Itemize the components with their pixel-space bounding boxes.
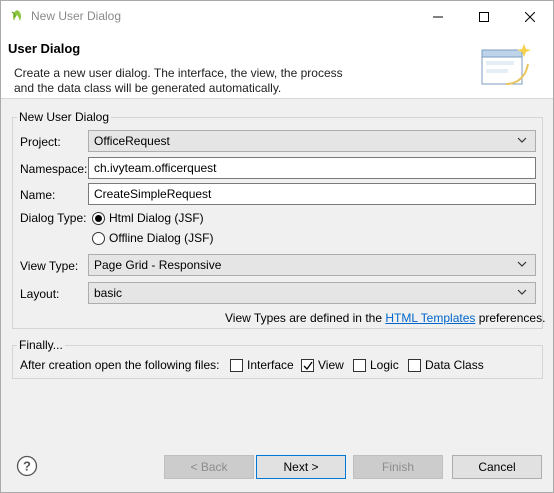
finally-group: Finally... After creation open the follo… xyxy=(12,338,543,379)
checkbox-data-class[interactable]: Data Class xyxy=(408,358,484,372)
info-suffix: preferences. xyxy=(475,311,546,325)
dialog-type-label: Dialog Type: xyxy=(20,211,87,225)
next-button[interactable]: Next > xyxy=(256,455,346,479)
banner-description: Create a new user dialog. The interface,… xyxy=(14,66,374,96)
view-type-select[interactable]: Page Grid - Responsive xyxy=(88,254,536,276)
layout-label: Layout: xyxy=(20,287,60,301)
banner-title: User Dialog xyxy=(8,41,81,56)
checkbox-label: View xyxy=(318,358,344,372)
cancel-button[interactable]: Cancel xyxy=(452,455,542,479)
checkbox-view[interactable]: View xyxy=(301,358,344,372)
new-user-dialog-group: New User Dialog Project: OfficeRequest N… xyxy=(12,110,545,329)
dialog-wizard-icon xyxy=(481,44,531,85)
help-icon[interactable]: ? xyxy=(16,455,38,477)
name-value: CreateSimpleRequest xyxy=(94,187,212,201)
checkbox-interface[interactable]: Interface xyxy=(230,358,294,372)
view-type-label: View Type: xyxy=(20,259,79,273)
close-button[interactable] xyxy=(507,1,553,32)
button-bar: ? < Back Next > Finish Cancel xyxy=(1,443,553,492)
namespace-label: Namespace: xyxy=(20,162,88,176)
checkbox-label: Interface xyxy=(247,358,294,372)
html-templates-link[interactable]: HTML Templates xyxy=(385,311,475,325)
radio-button[interactable] xyxy=(92,211,105,225)
maximize-button[interactable] xyxy=(461,1,507,32)
banner-description-line: Create a new user dialog. The interface,… xyxy=(14,66,343,80)
finish-button[interactable]: Finish xyxy=(353,455,443,479)
layout-select[interactable]: basic xyxy=(88,282,536,304)
radio-selected-dot xyxy=(95,214,102,222)
name-input[interactable]: CreateSimpleRequest xyxy=(88,183,536,205)
radio-label: Offline Dialog (JSF) xyxy=(109,231,214,245)
checkbox[interactable] xyxy=(353,358,366,372)
project-value: OfficeRequest xyxy=(94,134,170,148)
close-icon xyxy=(525,11,535,22)
radio-offline-dialog[interactable]: Offline Dialog (JSF) xyxy=(92,231,213,245)
window-title: New User Dialog xyxy=(31,9,122,23)
chevron-down-icon xyxy=(517,261,527,267)
name-label: Name: xyxy=(20,188,56,202)
checkbox[interactable] xyxy=(301,358,314,372)
checkbox[interactable] xyxy=(408,358,421,372)
layout-value: basic xyxy=(94,286,123,300)
checkmark-icon xyxy=(303,361,313,370)
radio-button[interactable] xyxy=(92,231,105,245)
ivy-leaf-icon xyxy=(11,10,21,21)
minimize-button[interactable] xyxy=(415,1,461,32)
minimize-icon xyxy=(433,16,443,17)
open-files-label: After creation open the following files: xyxy=(20,358,220,372)
namespace-input[interactable]: ch.ivyteam.officerquest xyxy=(88,157,536,179)
project-label: Project: xyxy=(20,135,61,149)
checkbox-label: Data Class xyxy=(425,358,484,372)
project-select[interactable]: OfficeRequest xyxy=(88,130,536,152)
chevron-down-icon xyxy=(517,289,527,295)
chevron-down-icon xyxy=(517,137,527,143)
view-type-value: Page Grid - Responsive xyxy=(94,258,222,272)
info-prefix: View Types are defined in the xyxy=(225,311,386,325)
checkbox[interactable] xyxy=(230,358,243,372)
title-bar: New User Dialog xyxy=(1,1,553,32)
namespace-value: ch.ivyteam.officerquest xyxy=(94,161,217,175)
radio-label: Html Dialog (JSF) xyxy=(109,211,204,225)
view-types-info: View Types are defined in the HTML Templ… xyxy=(225,311,545,325)
group-title: New User Dialog xyxy=(17,110,112,124)
svg-text:?: ? xyxy=(23,459,31,474)
back-button[interactable]: < Back xyxy=(164,455,254,479)
maximize-icon xyxy=(479,11,489,22)
dialog-window: New User Dialog User Dialog Create a new… xyxy=(0,0,554,493)
checkbox-logic[interactable]: Logic xyxy=(353,358,399,372)
banner-description-line: and the data class will be generated aut… xyxy=(14,81,282,95)
group-title: Finally... xyxy=(17,338,65,352)
wizard-page: New User Dialog Project: OfficeRequest N… xyxy=(1,100,553,443)
radio-html-dialog[interactable]: Html Dialog (JSF) xyxy=(92,211,204,225)
checkbox-label: Logic xyxy=(370,358,399,372)
wizard-banner: User Dialog Create a new user dialog. Th… xyxy=(1,32,553,99)
